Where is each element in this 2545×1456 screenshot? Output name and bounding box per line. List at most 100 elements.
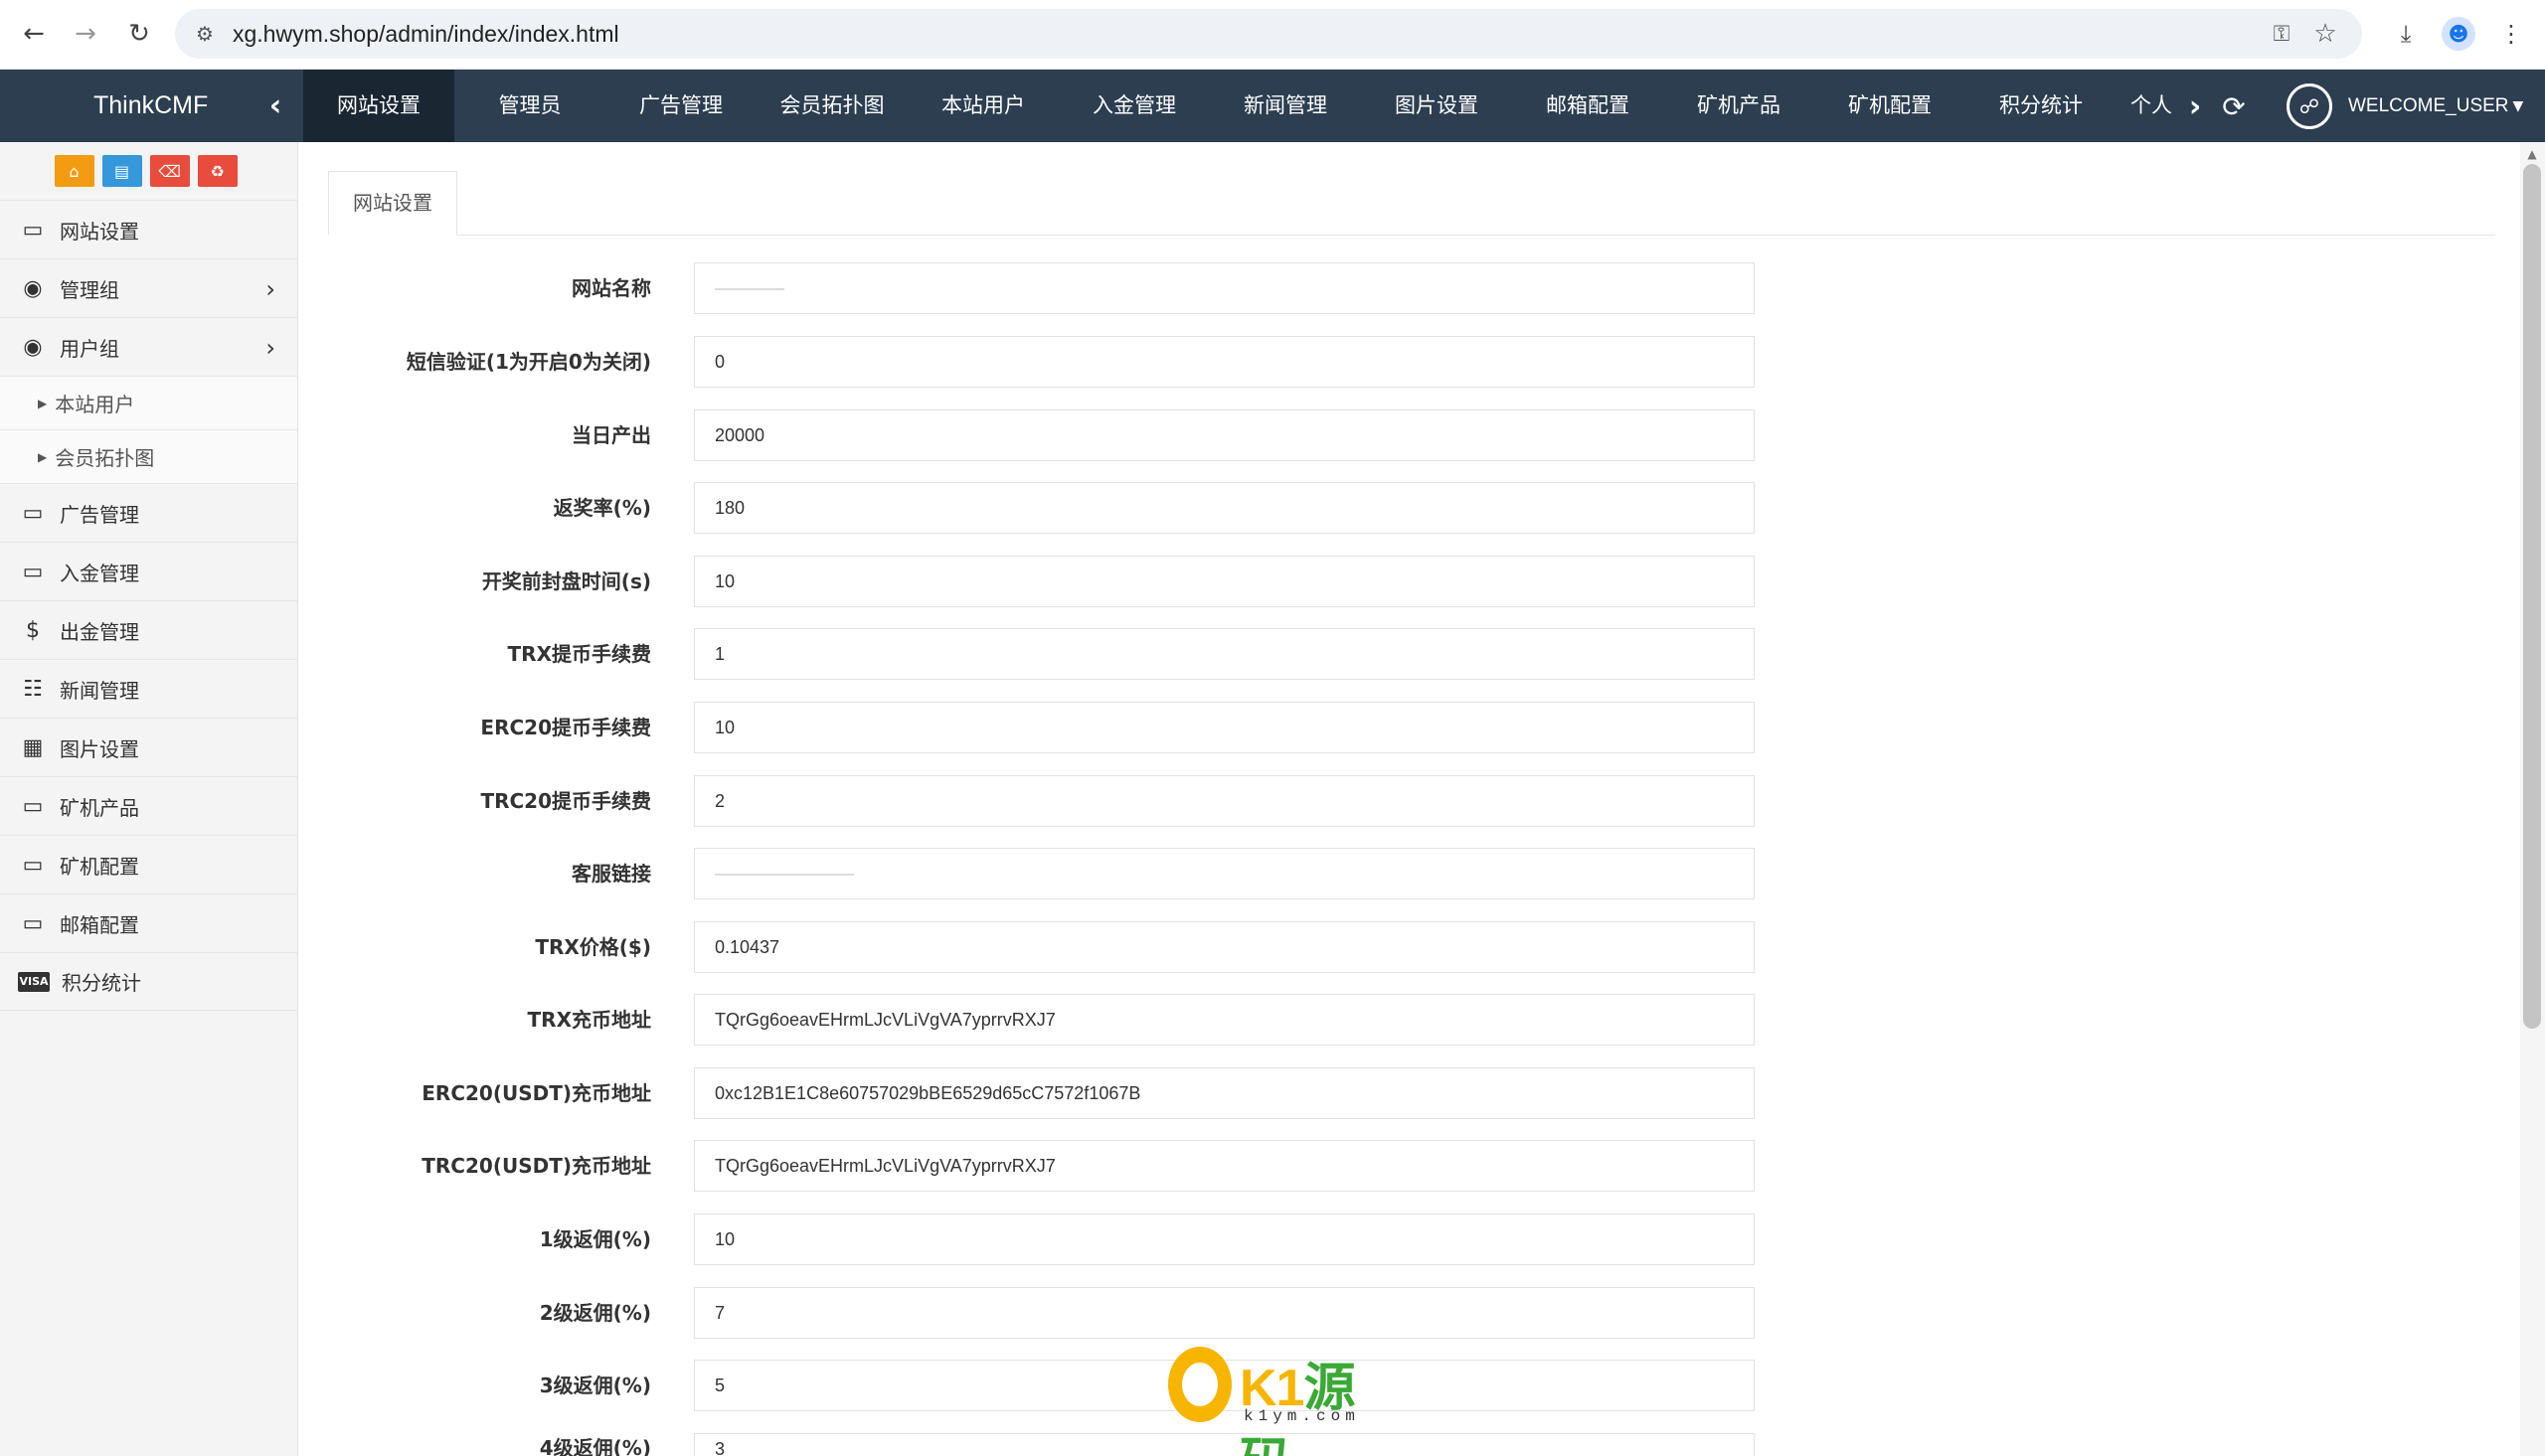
- sidebar-item-user-group[interactable]: ◉ 用户组 ›: [0, 317, 297, 376]
- sidebar-item-label: 矿机产品: [60, 795, 139, 820]
- tab-deposits[interactable]: 入金管理: [1059, 70, 1210, 142]
- download-icon[interactable]: ⤓: [2386, 14, 2426, 54]
- trc20-fee-input[interactable]: 2: [694, 775, 1755, 827]
- level1-commission-input[interactable]: 10: [694, 1213, 1755, 1265]
- level2-commission-input[interactable]: 7: [694, 1287, 1755, 1339]
- tab-site-users[interactable]: 本站用户: [908, 70, 1059, 142]
- sidebar-item-website-settings[interactable]: ▭ 网站设置: [0, 200, 297, 258]
- tab-personal[interactable]: 个人: [2117, 70, 2176, 142]
- top-navigation: ThinkCMF ‹ 网站设置 管理员 广告管理 会员拓扑图 本站用户 入金管理…: [0, 70, 2545, 142]
- back-icon[interactable]: ←: [14, 14, 54, 54]
- field-label: TRX价格($): [535, 935, 651, 959]
- sidebar-item-admin-group[interactable]: ◉ 管理组 ›: [0, 258, 297, 317]
- home-icon[interactable]: ⌂: [54, 155, 94, 187]
- scroll-up-icon[interactable]: ▲: [2525, 147, 2539, 161]
- form-row: 4级返佣(%) 3: [328, 1433, 1760, 1456]
- chevron-right-icon: ›: [265, 334, 275, 362]
- field-label: 当日产出: [572, 423, 651, 447]
- profile-icon[interactable]: ☻: [2439, 14, 2478, 54]
- quick-actions: ⌂ ▤ ⌫ ♻: [0, 142, 297, 200]
- field-label: TRC20(USDT)充币地址: [422, 1154, 651, 1178]
- triangle-right-icon: ▶: [38, 449, 48, 464]
- form-row: 当日产出 20000: [328, 409, 1760, 461]
- field-label: 客服链接: [572, 862, 651, 886]
- document-icon[interactable]: ▤: [101, 155, 142, 187]
- form-row: 客服链接: [328, 848, 1760, 899]
- daily-output-input[interactable]: 20000: [694, 409, 1755, 461]
- site-name-input[interactable]: [694, 262, 1755, 314]
- sidebar-item-images[interactable]: ▦ 图片设置: [0, 718, 297, 776]
- tab-points-stats[interactable]: 积分统计: [1965, 70, 2117, 142]
- tab-admins[interactable]: 管理员: [454, 70, 605, 142]
- sidebar-item-miner-products[interactable]: ▭ 矿机产品: [0, 776, 297, 835]
- sidebar-collapse-icon[interactable]: ‹: [260, 87, 290, 123]
- reload-icon[interactable]: ↻: [119, 14, 159, 54]
- monitor-icon: ▭: [22, 910, 44, 936]
- form-row: ERC20(USDT)充币地址 0xc12B1E1C8e60757029bBE6…: [328, 1067, 1760, 1119]
- sidebar-item-news[interactable]: ☷ 新闻管理: [0, 659, 297, 718]
- user-menu[interactable]: ☍ WELCOME_USER ▼: [2287, 83, 2523, 129]
- sms-verify-input[interactable]: 0: [694, 336, 1755, 388]
- sidebar-item-label: 矿机配置: [60, 854, 139, 879]
- erc20-fee-input[interactable]: 10: [694, 702, 1755, 753]
- forward-icon[interactable]: →: [66, 14, 105, 54]
- refresh-icon[interactable]: ⟳: [2217, 89, 2251, 123]
- watermark-logo: K1源码 k1ym.com: [1168, 1342, 1377, 1456]
- url-text[interactable]: xg.hwym.shop/admin/index/index.html: [233, 9, 619, 59]
- form-row: 短信验证(1为开启0为关闭) 0: [328, 336, 1760, 388]
- sidebar-item-ads[interactable]: ▭ 广告管理: [0, 483, 297, 542]
- tab-miner-config[interactable]: 矿机配置: [1814, 70, 1965, 142]
- tab-website-settings-panel[interactable]: 网站设置: [328, 171, 457, 236]
- sidebar-subitem-site-users[interactable]: ▶ 本站用户: [0, 376, 297, 429]
- tab-news[interactable]: 新闻管理: [1210, 70, 1361, 142]
- trc20-address-input[interactable]: TQrGg6oeavEHrmLJcVLiVgVA7yprrvRXJ7: [694, 1140, 1755, 1192]
- sidebar-item-points-stats[interactable]: VISA 积分统计: [0, 952, 297, 1011]
- form-row: 网站名称: [328, 262, 1760, 314]
- service-link-input[interactable]: [694, 848, 1755, 899]
- return-rate-input[interactable]: 180: [694, 482, 1755, 534]
- tab-mailbox[interactable]: 邮箱配置: [1512, 70, 1663, 142]
- watermark-subtext: k1ym.com: [1244, 1407, 1360, 1425]
- field-label: 短信验证(1为开启0为关闭): [406, 350, 651, 374]
- trx-price-input[interactable]: 0.10437: [694, 921, 1755, 973]
- image-icon: ▦: [22, 734, 44, 760]
- trx-address-input[interactable]: TQrGg6oeavEHrmLJcVLiVgVA7yprrvRXJ7: [694, 994, 1755, 1046]
- sidebar-item-label: 出金管理: [60, 619, 139, 644]
- sidebar-item-miner-config[interactable]: ▭ 矿机配置: [0, 835, 297, 893]
- scrollbar-thumb[interactable]: [2523, 164, 2541, 1029]
- tab-images[interactable]: 图片设置: [1361, 70, 1512, 142]
- form-row: 3级返佣(%) 5: [328, 1360, 1760, 1411]
- sidebar-item-withdrawals[interactable]: $ 出金管理: [0, 600, 297, 659]
- bookmark-star-icon[interactable]: ☆: [2310, 19, 2340, 49]
- form-row: TRC20(USDT)充币地址 TQrGg6oeavEHrmLJcVLiVgVA…: [328, 1140, 1760, 1192]
- monitor-icon: ▭: [22, 852, 44, 878]
- sidebar-item-deposits[interactable]: ▭ 入金管理: [0, 542, 297, 600]
- sidebar-item-mailbox[interactable]: ▭ 邮箱配置: [0, 893, 297, 952]
- close-time-input[interactable]: 10: [694, 556, 1755, 607]
- topnav-items: 网站设置 管理员 广告管理 会员拓扑图 本站用户 入金管理 新闻管理 图片设置 …: [303, 70, 2176, 142]
- trash-icon[interactable]: ⌫: [149, 155, 190, 187]
- chevron-right-icon[interactable]: ›: [2183, 89, 2207, 124]
- menu-kebab-icon[interactable]: ⋮: [2491, 14, 2531, 54]
- trx-fee-input[interactable]: 1: [694, 628, 1755, 680]
- tab-member-topology[interactable]: 会员拓扑图: [757, 70, 908, 142]
- erc20-address-input[interactable]: 0xc12B1E1C8e60757029bBE6529d65cC7572f106…: [694, 1067, 1755, 1119]
- address-bar[interactable]: ⚙ xg.hwym.shop/admin/index/index.html ⚿ …: [175, 9, 2362, 59]
- sidebar-item-label: 入金管理: [60, 561, 139, 585]
- user-circle-icon: ◉: [23, 334, 43, 360]
- key-icon[interactable]: ⚿: [2267, 19, 2296, 49]
- field-label: 返奖率(%): [553, 496, 651, 520]
- triangle-right-icon: ▶: [38, 396, 48, 410]
- sidebar-subitem-member-topology[interactable]: ▶ 会员拓扑图: [0, 429, 297, 483]
- tab-website-settings[interactable]: 网站设置: [303, 70, 454, 142]
- field-label: 开奖前封盘时间(s): [481, 569, 651, 593]
- level4-commission-input[interactable]: 3: [694, 1433, 1755, 1456]
- recycle-icon[interactable]: ♻: [197, 155, 238, 187]
- site-settings-icon[interactable]: ⚙: [191, 20, 219, 48]
- sidebar-item-label: 图片设置: [60, 736, 139, 761]
- tab-miner-products[interactable]: 矿机产品: [1663, 70, 1814, 142]
- browser-toolbar: ← → ↻ ⚙ xg.hwym.shop/admin/index/index.h…: [0, 0, 2545, 70]
- tab-ads[interactable]: 广告管理: [605, 70, 757, 142]
- monitor-icon: ▭: [22, 793, 44, 819]
- sidebar-item-label: 管理组: [60, 277, 119, 302]
